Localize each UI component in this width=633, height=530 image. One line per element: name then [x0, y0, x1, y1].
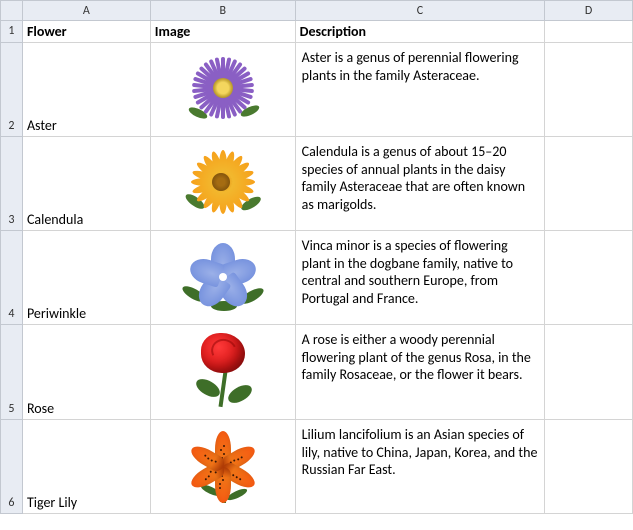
cell-b1[interactable]: Image — [150, 21, 295, 43]
periwinkle-image — [183, 237, 263, 315]
cell-d6[interactable] — [545, 420, 633, 514]
cell-b4[interactable] — [150, 231, 295, 325]
cell-c6[interactable]: Lilium lancifolium is an Asian species o… — [295, 420, 545, 514]
cell-a4[interactable]: Periwinkle — [22, 231, 150, 325]
cell-a1[interactable]: Flower — [22, 21, 150, 43]
column-header-d[interactable]: D — [545, 1, 633, 21]
cell-c3[interactable]: Calendula is a genus of about 15–20 spec… — [295, 137, 545, 231]
rose-image — [183, 329, 263, 411]
cell-d2[interactable] — [545, 43, 633, 137]
cell-a2[interactable]: Aster — [22, 43, 150, 137]
cell-c2[interactable]: Aster is a genus of perennial flowering … — [295, 43, 545, 137]
row-header-1[interactable]: 1 — [1, 21, 23, 43]
cell-c1[interactable]: Description — [295, 21, 545, 43]
cell-b5[interactable] — [150, 325, 295, 420]
cell-d3[interactable] — [545, 137, 633, 231]
cell-d4[interactable] — [545, 231, 633, 325]
cell-d1[interactable] — [545, 21, 633, 43]
spreadsheet-grid[interactable]: A B C D 1 Flower Image Description 2 Ast… — [0, 0, 633, 514]
tiger-lily-image — [180, 425, 266, 505]
column-header-c[interactable]: C — [295, 1, 545, 21]
table-row: 4 Periwinkle Vinca minor is a species of… — [1, 231, 633, 325]
table-row: 2 Aster Aster is a genus of perennial fl… — [1, 43, 633, 137]
column-header-b[interactable]: B — [150, 1, 295, 21]
cell-a5[interactable]: Rose — [22, 325, 150, 420]
cell-a3[interactable]: Calendula — [22, 137, 150, 231]
row-header-3[interactable]: 3 — [1, 137, 23, 231]
table-row: 3 Calendula Calendula is a genus of abou… — [1, 137, 633, 231]
cell-a6[interactable]: Tiger Lily — [22, 420, 150, 514]
cell-d5[interactable] — [545, 325, 633, 420]
row-header-5[interactable]: 5 — [1, 325, 23, 420]
table-row: 6 Tiger Lily Lilium lancifolium is an As… — [1, 420, 633, 514]
table-row: 5 Rose A rose is either a woody perennia… — [1, 325, 633, 420]
cell-b3[interactable] — [150, 137, 295, 231]
cell-c4[interactable]: Vinca minor is a species of flowering pl… — [295, 231, 545, 325]
cell-b6[interactable] — [150, 420, 295, 514]
cell-c5[interactable]: A rose is either a woody perennial flowe… — [295, 325, 545, 420]
row-header-6[interactable]: 6 — [1, 420, 23, 514]
row-header-4[interactable]: 4 — [1, 231, 23, 325]
select-all-corner[interactable] — [1, 1, 23, 21]
row-header-2[interactable]: 2 — [1, 43, 23, 137]
cell-b2[interactable] — [150, 43, 295, 137]
aster-image — [184, 49, 262, 127]
column-header-a[interactable]: A — [22, 1, 150, 21]
calendula-image — [182, 143, 264, 221]
